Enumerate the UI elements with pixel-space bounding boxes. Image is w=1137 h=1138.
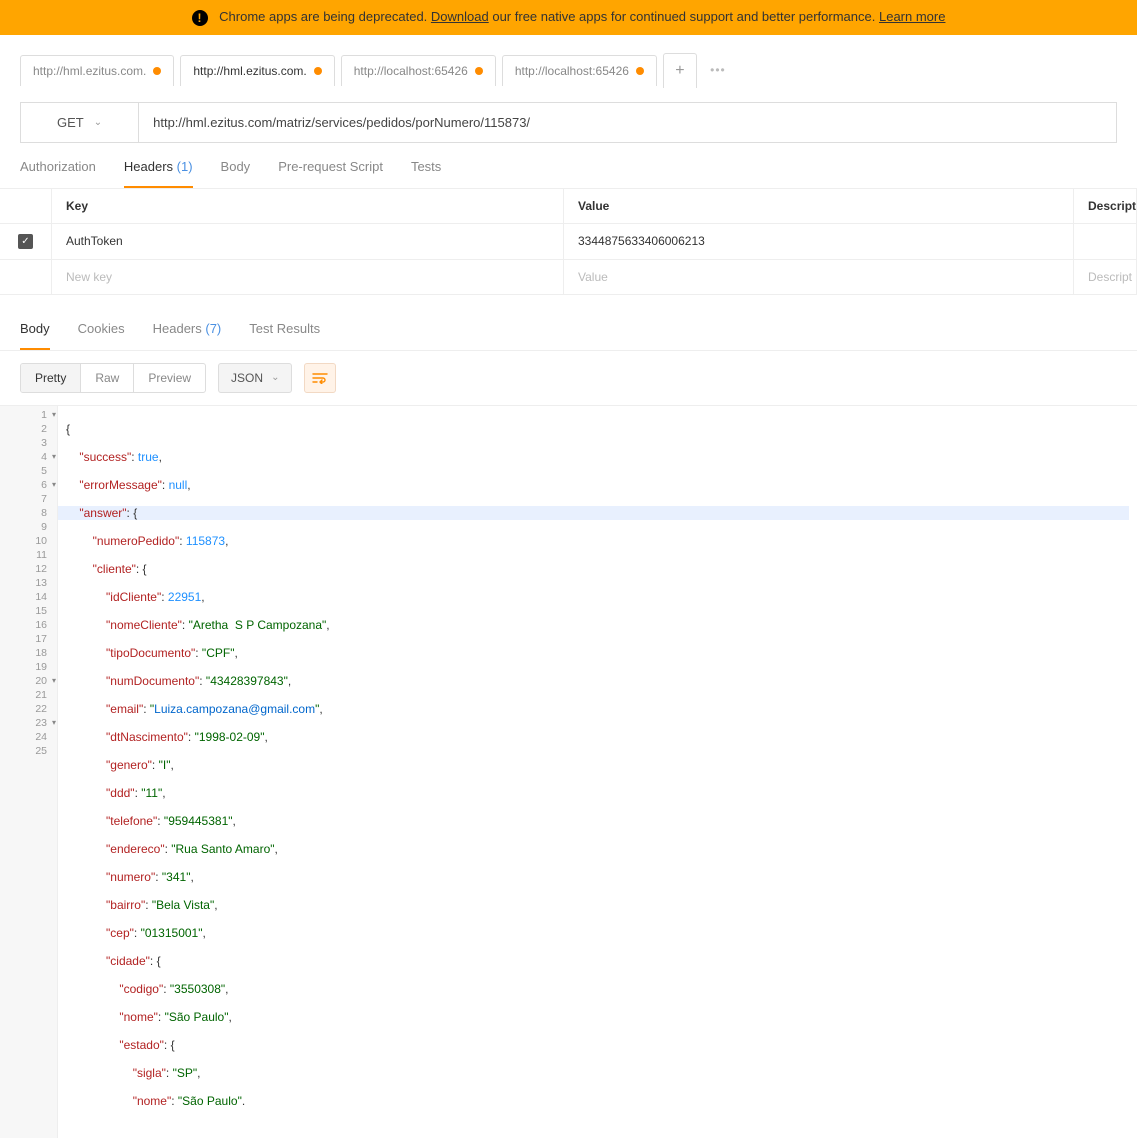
request-section-tabs: Authorization Headers (1) Body Pre-reque… (0, 143, 1137, 189)
response-section-tabs: Body Cookies Headers (7) Test Results (0, 305, 1137, 351)
col-description: Descriptio (1074, 189, 1137, 223)
request-tab[interactable]: http://localhost:65426 (502, 55, 657, 86)
view-raw[interactable]: Raw (81, 364, 134, 392)
unsaved-dot-icon (636, 67, 644, 75)
request-tab[interactable]: http://hml.ezitus.com. (180, 55, 334, 86)
format-select[interactable]: JSON ⌄ (218, 363, 292, 393)
headers-table: Key Value Descriptio ✓ AuthToken 3344875… (0, 189, 1137, 295)
header-key-input[interactable]: AuthToken (52, 224, 564, 259)
request-tab[interactable]: http://localhost:65426 (341, 55, 496, 86)
tab-body[interactable]: Body (221, 159, 251, 188)
header-value-input[interactable]: Value (564, 260, 1074, 294)
deprecation-banner: ! Chrome apps are being deprecated. Down… (0, 0, 1137, 35)
more-tabs-button[interactable]: ••• (703, 55, 733, 85)
learn-more-link[interactable]: Learn more (879, 9, 945, 24)
add-tab-button[interactable]: + (663, 53, 697, 88)
header-row: ✓ AuthToken 3344875633406006213 (0, 224, 1137, 260)
response-body-editor[interactable]: 1 2 3 4 5 6 7 8 9 10 11 12 13 14 15 16 1… (0, 405, 1137, 1138)
request-tabs-bar: http://hml.ezitus.com. http://hml.ezitus… (0, 35, 1137, 88)
view-preview[interactable]: Preview (134, 364, 205, 392)
request-tab[interactable]: http://hml.ezitus.com. (20, 55, 174, 86)
line-gutter: 1 2 3 4 5 6 7 8 9 10 11 12 13 14 15 16 1… (0, 406, 58, 1138)
view-mode-segmented: Pretty Raw Preview (20, 363, 206, 393)
tab-response-headers[interactable]: Headers (7) (153, 321, 222, 350)
header-desc-input[interactable]: Descript (1074, 260, 1137, 294)
download-link[interactable]: Download (431, 9, 489, 24)
unsaved-dot-icon (153, 67, 161, 75)
tab-response-tests[interactable]: Test Results (249, 321, 320, 350)
unsaved-dot-icon (475, 67, 483, 75)
col-value: Value (564, 189, 1074, 223)
response-view-controls: Pretty Raw Preview JSON ⌄ (0, 351, 1137, 405)
wrap-lines-button[interactable] (304, 363, 336, 393)
chevron-down-icon: ⌄ (94, 117, 102, 128)
tab-tests[interactable]: Tests (411, 159, 441, 188)
header-enabled-checkbox[interactable]: ✓ (18, 234, 33, 249)
tab-response-body[interactable]: Body (20, 321, 50, 350)
tab-prerequest[interactable]: Pre-request Script (278, 159, 383, 188)
header-value-input[interactable]: 3344875633406006213 (564, 224, 1074, 259)
col-key: Key (52, 189, 564, 223)
url-input[interactable]: http://hml.ezitus.com/matriz/services/pe… (139, 103, 1116, 142)
wrap-icon (312, 372, 328, 384)
tab-authorization[interactable]: Authorization (20, 159, 96, 188)
tab-headers[interactable]: Headers (1) (124, 159, 193, 188)
url-bar: GET ⌄ http://hml.ezitus.com/matriz/servi… (20, 102, 1117, 143)
chevron-down-icon: ⌄ (271, 372, 279, 383)
warning-icon: ! (192, 10, 208, 26)
tab-response-cookies[interactable]: Cookies (78, 321, 125, 350)
header-row-new: New key Value Descript (0, 260, 1137, 295)
view-pretty[interactable]: Pretty (21, 364, 81, 392)
header-key-input[interactable]: New key (52, 260, 564, 294)
header-desc-input[interactable] (1074, 224, 1137, 259)
unsaved-dot-icon (314, 67, 322, 75)
http-method-select[interactable]: GET ⌄ (21, 103, 139, 142)
code-content: { "success": true, "errorMessage": null,… (58, 406, 1137, 1138)
banner-text: Chrome apps are being deprecated. (219, 9, 431, 24)
